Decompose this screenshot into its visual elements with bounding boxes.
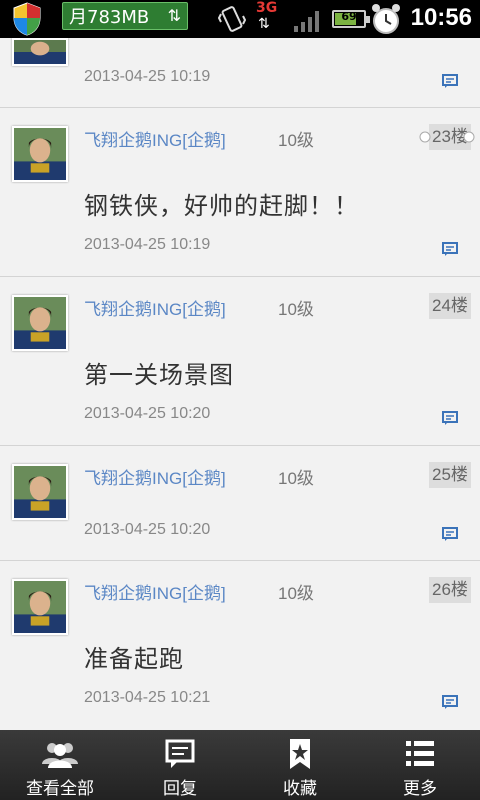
loading-spinner-icon <box>419 131 475 143</box>
list-menu-icon <box>406 741 434 766</box>
security-shield-icon <box>13 2 41 36</box>
floor-number: 26楼 <box>429 577 471 603</box>
post-item[interactable]: 飞翔企鹅ING[企鹅] 10级 24楼 第一关场景图 2013-04-25 10… <box>0 277 480 446</box>
alarm-clock-icon <box>372 4 400 34</box>
reply-button[interactable]: 回复 <box>120 730 240 800</box>
post-timestamp: 2013-04-25 10:19 <box>84 236 211 253</box>
avatar[interactable] <box>12 579 68 635</box>
post-timestamp: 2013-04-25 10:20 <box>84 405 211 422</box>
avatar[interactable] <box>12 126 68 182</box>
status-bar: 月783MB ⇅ 3G ⇅ 69 10:56 <box>0 0 480 38</box>
view-all-label: 查看全部 <box>26 779 94 799</box>
user-level: 10级 <box>278 584 314 603</box>
network-activity-icon: ⇅ <box>258 16 270 32</box>
post-item[interactable]: 2013-04-25 10:19 <box>0 38 480 108</box>
clock-time: 10:56 <box>410 4 472 31</box>
post-item[interactable]: 飞翔企鹅ING[企鹅] 10级 25楼 2013-04-25 10:20 <box>0 446 480 561</box>
reply-icon[interactable] <box>442 74 458 88</box>
vibrate-icon <box>218 6 246 32</box>
post-author[interactable]: 飞翔企鹅ING[企鹅] <box>84 464 226 489</box>
more-button[interactable]: 更多 <box>360 730 480 800</box>
avatar[interactable] <box>12 464 68 520</box>
post-author[interactable]: 飞翔企鹅ING[企鹅] <box>84 126 226 151</box>
user-level: 10级 <box>278 469 314 488</box>
post-content: 准备起跑 <box>84 645 184 673</box>
post-item[interactable]: 飞翔企鹅ING[企鹅] 10级 26楼 准备起跑 2013-04-25 10:2… <box>0 561 480 730</box>
view-all-button[interactable]: 查看全部 <box>0 730 120 800</box>
signal-strength-icon <box>294 11 319 32</box>
post-timestamp: 2013-04-25 10:19 <box>84 68 211 85</box>
post-timestamp: 2013-04-25 10:21 <box>84 689 211 706</box>
user-level: 10级 <box>278 131 314 150</box>
more-label: 更多 <box>403 779 437 799</box>
data-usage-indicator: 月783MB ⇅ <box>62 2 188 30</box>
battery-level-text: 69 <box>341 10 357 23</box>
reply-icon[interactable] <box>442 242 458 256</box>
post-timestamp: 2013-04-25 10:20 <box>84 521 211 538</box>
user-level: 10级 <box>278 300 314 319</box>
favorite-button[interactable]: 收藏 <box>240 730 360 800</box>
data-transfer-icon: ⇅ <box>167 6 181 25</box>
reply-icon[interactable] <box>442 527 458 541</box>
reply-label: 回复 <box>163 779 197 799</box>
post-author[interactable]: 飞翔企鹅ING[企鹅] <box>84 579 226 604</box>
floor-number: 25楼 <box>429 462 471 488</box>
reply-icon[interactable] <box>442 695 458 709</box>
people-icon <box>42 743 78 768</box>
reply-icon[interactable] <box>442 411 458 425</box>
floor-number: 24楼 <box>429 293 471 319</box>
avatar[interactable] <box>12 295 68 351</box>
post-item[interactable]: 飞翔企鹅ING[企鹅] 10级 23楼 钢铁侠，好帅的赶脚！！ 2013-04-… <box>0 108 480 277</box>
data-usage-text: 月783MB <box>69 7 150 28</box>
post-content: 第一关场景图 <box>84 361 234 389</box>
post-list[interactable]: 2013-04-25 10:19 飞翔企鹅ING[企鹅] 10级 23楼 钢铁侠… <box>0 38 480 730</box>
post-author[interactable]: 飞翔企鹅ING[企鹅] <box>84 295 226 320</box>
comment-icon <box>165 739 195 768</box>
bookmark-star-icon <box>290 739 310 769</box>
bottom-toolbar: 查看全部 回复 收藏 更多 <box>0 730 480 800</box>
avatar[interactable] <box>12 38 68 66</box>
favorite-label: 收藏 <box>283 779 317 799</box>
network-type-label: 3G <box>256 0 278 16</box>
battery-icon: 69 <box>332 10 370 28</box>
post-content: 钢铁侠，好帅的赶脚！！ <box>84 192 359 220</box>
